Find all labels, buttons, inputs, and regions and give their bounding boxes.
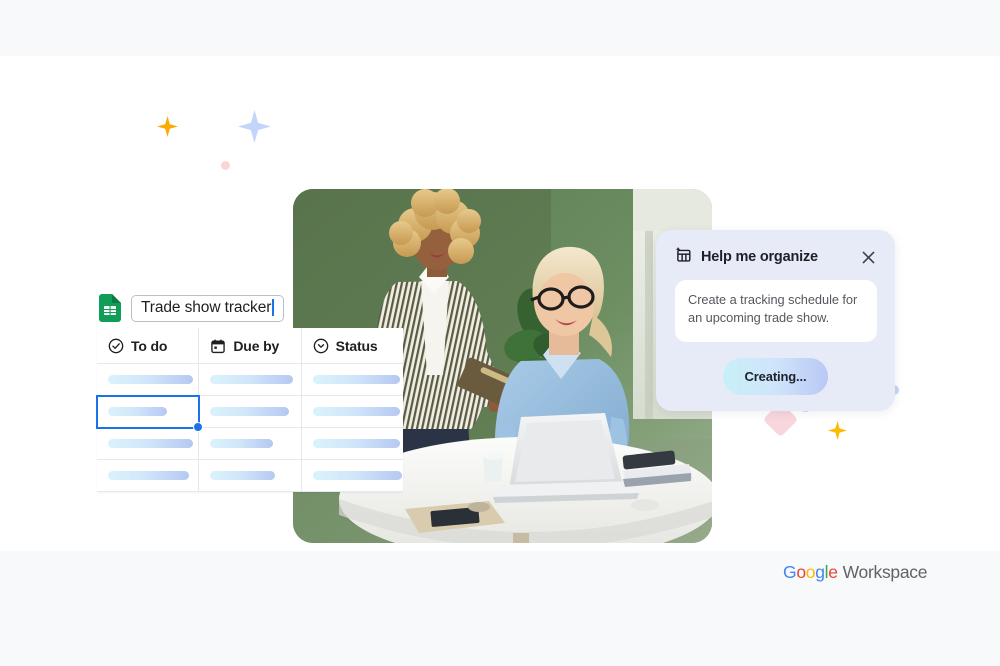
table-cell[interactable] xyxy=(199,460,302,492)
panel-header: Help me organize xyxy=(656,230,895,268)
help-me-organize-panel: Help me organize Create a tracking sched… xyxy=(656,230,895,411)
placeholder-bar xyxy=(210,375,294,384)
star-blue-left xyxy=(238,110,271,143)
table-row[interactable] xyxy=(95,395,403,432)
table-cell[interactable] xyxy=(199,428,302,460)
placeholder-bar xyxy=(312,375,400,384)
table-header-row: To do Due by Status xyxy=(97,328,403,364)
logo-letter: g xyxy=(815,562,825,582)
placeholder-bar xyxy=(312,471,402,480)
column-header-due-by[interactable]: Due by xyxy=(199,328,302,364)
panel-actions: Creating... xyxy=(656,358,895,395)
placeholder-bar xyxy=(108,471,190,480)
star-yellow-left xyxy=(157,116,178,137)
logo-letter: G xyxy=(783,562,797,582)
column-header-label: Status xyxy=(335,337,378,354)
logo-product: Workspace xyxy=(842,562,928,582)
check-circle-icon xyxy=(108,338,124,353)
prompt-text-box[interactable]: Create a tracking schedule for an upcomi… xyxy=(675,280,877,342)
table-cell-selected[interactable] xyxy=(95,395,204,432)
close-icon[interactable] xyxy=(857,246,879,268)
spreadsheet-table[interactable]: To do Due by Status xyxy=(95,328,403,492)
placeholder-bar xyxy=(108,439,194,448)
logo-letter: o xyxy=(805,562,816,582)
table-row[interactable] xyxy=(97,428,403,460)
document-title-row: Trade show tracker xyxy=(99,294,284,322)
column-header-label: Due by xyxy=(233,337,280,354)
star-yellow-right xyxy=(828,421,847,440)
canvas-card: Trade show tracker To do Due by Status H… xyxy=(0,56,1000,582)
table-row[interactable] xyxy=(97,364,403,396)
column-header-status[interactable]: Status xyxy=(301,328,403,364)
placeholder-bar xyxy=(210,407,290,416)
chevron-down-circle-icon xyxy=(313,338,328,353)
table-cell[interactable] xyxy=(301,460,403,492)
table-cell[interactable] xyxy=(97,428,200,460)
table-cell[interactable] xyxy=(301,428,403,460)
placeholder-bar xyxy=(210,471,276,480)
text-caret xyxy=(272,299,274,316)
table-cell[interactable] xyxy=(97,364,200,396)
creating-button[interactable]: Creating... xyxy=(722,358,829,395)
table-row[interactable] xyxy=(97,460,403,492)
google-workspace-logo: Google Workspace xyxy=(783,562,927,583)
table-cell[interactable] xyxy=(199,364,302,396)
placeholder-bar xyxy=(312,407,400,416)
column-header-label: To do xyxy=(131,337,168,354)
prompt-text: Create a tracking schedule for an upcomi… xyxy=(688,292,858,326)
table-cell[interactable] xyxy=(97,460,200,492)
logo-letter: o xyxy=(796,562,806,582)
table-sparkle-icon xyxy=(675,246,692,268)
calendar-icon xyxy=(211,339,226,353)
document-title-input[interactable]: Trade show tracker xyxy=(131,294,284,322)
placeholder-bar xyxy=(108,407,167,416)
placeholder-bar xyxy=(210,439,274,448)
placeholder-bar xyxy=(312,439,400,448)
google-sheets-icon xyxy=(99,294,121,322)
column-header-to-do[interactable]: To do xyxy=(97,328,200,364)
document-title-value: Trade show tracker xyxy=(141,298,272,316)
table-cell[interactable] xyxy=(199,396,302,428)
table-cell[interactable] xyxy=(301,364,403,396)
logo-letter: e xyxy=(828,562,838,582)
table-cell[interactable] xyxy=(301,396,403,428)
placeholder-bar xyxy=(108,375,194,384)
dot-pink-left xyxy=(221,161,230,170)
panel-title: Help me organize xyxy=(701,249,818,265)
